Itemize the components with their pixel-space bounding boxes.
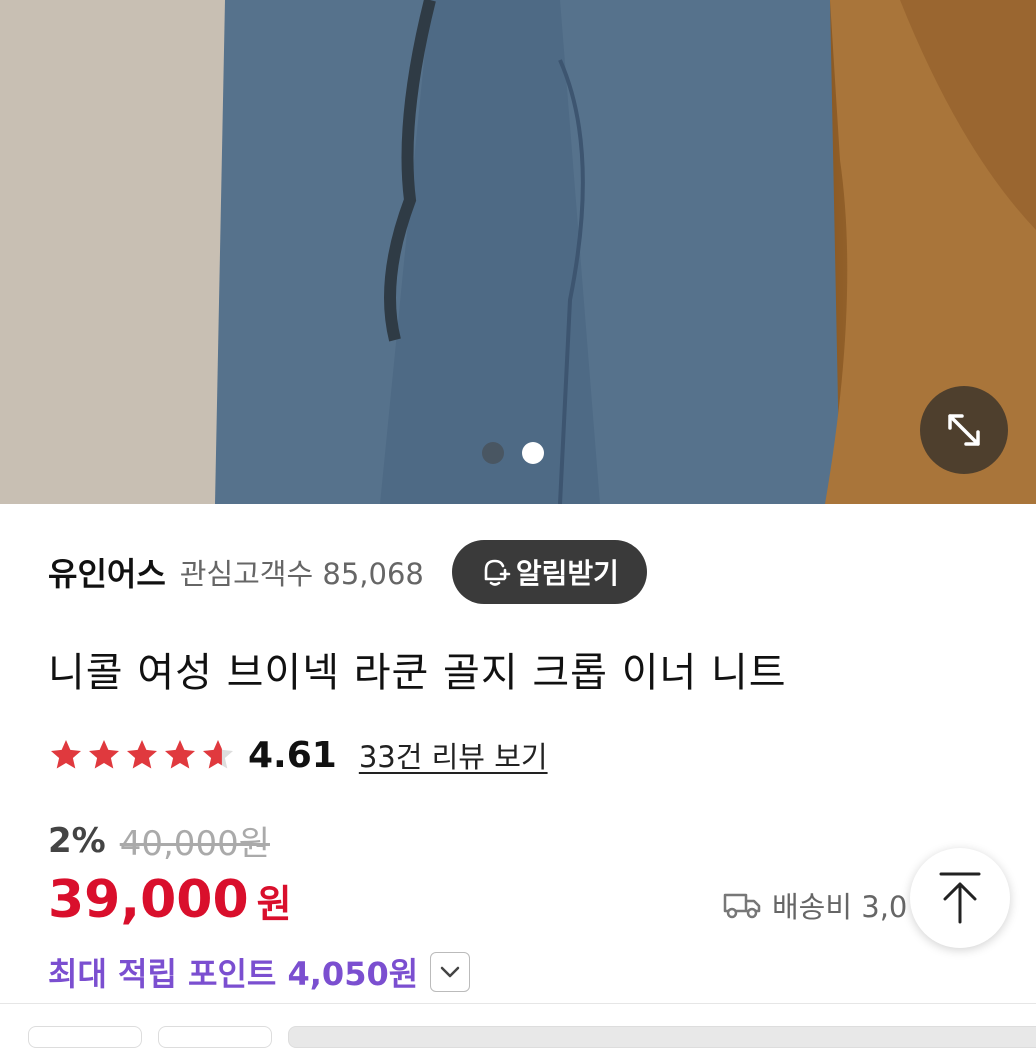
rating-row: 4.61 33건 리뷰 보기 <box>48 730 548 780</box>
notify-button[interactable]: 알림받기 <box>451 540 647 604</box>
option-tab[interactable] <box>28 1026 142 1048</box>
points-row: 최대 적립 포인트 4,050원 <box>48 948 471 996</box>
sale-price: 39,000 <box>48 870 249 930</box>
notify-label: 알림받기 <box>515 557 619 590</box>
truck-icon <box>723 893 761 919</box>
slide-dot[interactable] <box>482 442 504 464</box>
product-image[interactable] <box>0 0 1036 504</box>
expand-button[interactable] <box>920 386 1008 474</box>
discount-row: 2% 40,000원 <box>48 816 270 865</box>
product-title: 니콜 여성 브이넥 라쿤 골지 크롭 이너 니트 <box>48 650 787 696</box>
store-name[interactable]: 유인어스 <box>48 549 166 595</box>
star-icon <box>51 740 81 769</box>
discount-rate: 2% <box>48 820 106 861</box>
max-points: 최대 적립 포인트 4,050원 <box>48 955 419 993</box>
star-icon <box>165 740 195 769</box>
product-photo <box>0 0 1036 504</box>
store-followers: 관심고객수 85,068 <box>179 557 424 591</box>
star-rating <box>48 737 236 773</box>
bell-plus-icon <box>484 559 511 586</box>
star-icon <box>89 740 119 769</box>
shipping-info[interactable]: 배송비 3,0 <box>722 880 922 930</box>
star-partial-icon <box>203 740 233 769</box>
section-divider <box>0 1003 1036 1004</box>
slide-dot-active[interactable] <box>522 442 544 464</box>
arrow-up-icon <box>939 872 981 924</box>
review-link[interactable]: 33건 리뷰 보기 <box>359 734 548 776</box>
option-select[interactable] <box>288 1026 1036 1048</box>
expand-icon <box>948 414 980 446</box>
original-price: 40,000원 <box>119 824 270 864</box>
price-unit: 원 <box>256 882 292 926</box>
slide-indicator[interactable] <box>482 442 544 464</box>
points-toggle-button[interactable] <box>430 952 471 992</box>
chevron-down-icon <box>440 966 460 978</box>
shipping-text: 배송비 3,0 <box>772 890 908 924</box>
price-row: 39,000 원 <box>48 870 292 930</box>
store-row: 유인어스 관심고객수 85,068 알림받기 <box>48 540 647 604</box>
option-tab[interactable] <box>158 1026 272 1048</box>
rating-score: 4.61 <box>248 734 337 776</box>
star-icon <box>127 740 157 769</box>
scroll-top-button[interactable] <box>910 848 1010 948</box>
